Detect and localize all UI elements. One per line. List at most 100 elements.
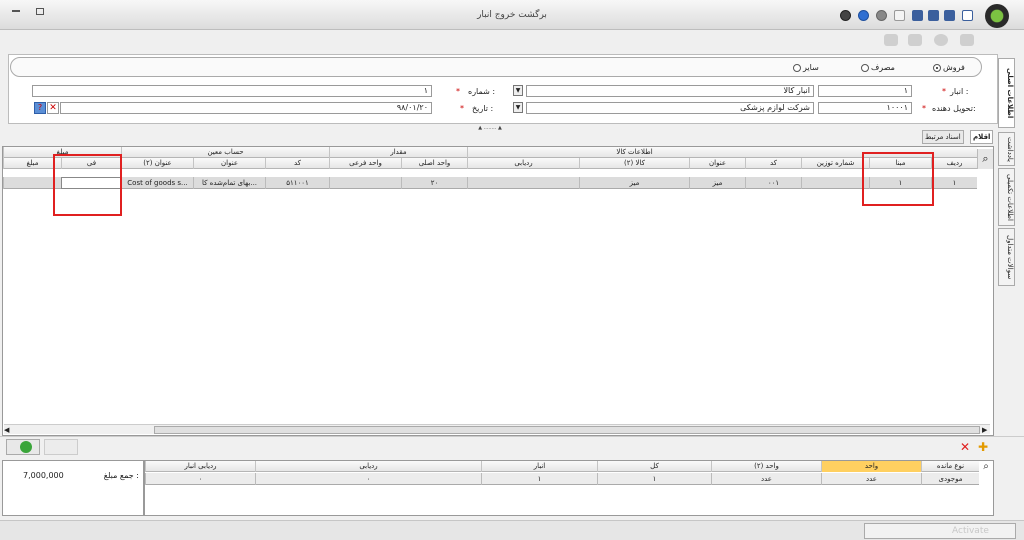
col-balance-type[interactable]: نوع مانده — [921, 461, 979, 472]
col-account-code[interactable]: کد — [265, 158, 329, 169]
date-input[interactable]: ۹۸/۰۱/۲۰ — [60, 102, 432, 114]
radio-other-label: سایر — [803, 63, 819, 72]
arrow-left-icon[interactable] — [908, 34, 922, 46]
cell-goods2[interactable]: میز — [579, 177, 689, 189]
tab-related-docs[interactable]: اسناد مرتبط — [922, 130, 964, 144]
deliverer-dropdown-icon[interactable]: ▼ — [513, 102, 523, 113]
cell-unit2[interactable]: عدد — [711, 473, 821, 485]
col-secondary-unit[interactable]: واحد فرعی — [329, 158, 401, 169]
radio-other-dot — [793, 63, 801, 72]
cell-account-code[interactable]: ۵۱۱۰۰۱ — [265, 177, 329, 189]
summary-panel: جمع مبلغ : 7,000,000 — [2, 460, 144, 516]
warehouse-required-mark: * — [942, 87, 946, 96]
date-label: تاریخ : — [472, 104, 494, 113]
delete-row-icon[interactable]: ✕ — [960, 441, 970, 453]
arrow-right-icon[interactable] — [884, 34, 898, 46]
cell-account-title[interactable]: بهای تمام‌شده کا... — [193, 177, 265, 189]
status-field — [864, 523, 1016, 539]
col-account-title[interactable]: عنوان — [193, 158, 265, 169]
grid-footer-toolbar: ✚ ✕ — [0, 436, 1024, 456]
cell-title[interactable]: میز — [689, 177, 745, 189]
grid-search-icon[interactable]: ⌕ — [977, 149, 993, 169]
radio-consumption-label: مصرف — [871, 63, 895, 72]
scroll-left-icon[interactable]: ◀ — [4, 425, 9, 435]
content-tabs: اقلام اسناد مرتبط — [922, 130, 998, 144]
radio-other[interactable]: سایر — [793, 63, 819, 72]
grid-column-header: مبلغ فی عنوان (۲) عنوان کد واحد فرعی واح… — [3, 158, 977, 169]
cell-row-number[interactable]: ۱ — [931, 177, 977, 189]
add-green-icon — [20, 441, 32, 453]
radio-sale-label: فروش — [943, 63, 965, 72]
deliverer-label: تحویل دهنده: — [932, 104, 976, 113]
col-warehouse[interactable]: انبار — [481, 461, 597, 472]
scroll-right-icon[interactable]: ▶ — [982, 425, 987, 435]
warehouse-dropdown-icon[interactable]: ▼ — [513, 85, 523, 96]
restore-icon[interactable] — [36, 8, 44, 15]
stock-row[interactable]: ۰ ۰ ۱ ۱ عدد عدد موجودی — [145, 473, 979, 485]
side-tab-strip: اطلاعات اصلی یادداشت اطلاعات تکمیلی سوال… — [998, 58, 1015, 298]
deliverer-required-mark: * — [922, 104, 926, 113]
deliverer-name-input[interactable]: شرکت لوازم پزشکی — [526, 102, 814, 114]
add-row-icon[interactable]: ✚ — [978, 441, 988, 453]
minimize-icon[interactable] — [12, 10, 20, 12]
side-tab-extra-info[interactable]: اطلاعات تکمیلی — [998, 168, 1015, 226]
col-goods2[interactable]: کالا (۲) — [579, 158, 689, 169]
col-title[interactable]: عنوان — [689, 158, 745, 169]
grid-horizontal-scrollbar[interactable]: ◀ ▶ — [4, 424, 990, 434]
cell-unit[interactable]: عدد — [821, 473, 921, 485]
radio-sale[interactable]: فروش — [933, 63, 965, 72]
col-total[interactable]: کل — [597, 461, 711, 472]
col-tracking-warehouse[interactable]: ردیابی انبار — [145, 461, 255, 472]
cell-secondary-unit[interactable] — [329, 177, 401, 189]
cell-primary-unit[interactable]: ۲۰ — [401, 177, 467, 189]
cell-weigh-number[interactable] — [801, 177, 869, 189]
cell-warehouse[interactable]: ۱ — [481, 473, 597, 485]
cell-tracking-b[interactable]: ۰ — [255, 473, 481, 485]
col-tracking-b[interactable]: ردیابی — [255, 461, 481, 472]
gear-icon[interactable] — [934, 34, 948, 46]
side-tab-notes[interactable]: یادداشت — [998, 132, 1015, 166]
cell-balance-type[interactable]: موجودی — [921, 473, 979, 485]
grid-group-header: مبلغ حساب معین مقدار اطلاعات کالا — [3, 147, 977, 158]
col-tracking[interactable]: ردیابی — [467, 158, 579, 169]
cell-tracking-warehouse[interactable]: ۰ — [145, 473, 255, 485]
title-bar: برگشت خروج انبار — [0, 0, 1024, 30]
col-account-title2[interactable]: عنوان (۲) — [121, 158, 193, 169]
group-header-quantity: مقدار — [329, 147, 467, 158]
scroll-thumb[interactable] — [154, 426, 980, 434]
items-grid: ⌕ مبلغ حساب معین مقدار اطلاعات کالا مبلغ… — [2, 146, 994, 436]
warehouse-name-input[interactable]: انبار کالا — [526, 85, 814, 97]
disabled-button — [44, 439, 78, 455]
status-bar: Activate — [0, 520, 1024, 540]
activation-watermark: Activate — [952, 526, 989, 536]
warehouse-code-input[interactable]: ۱ — [818, 85, 912, 97]
cell-account-title2[interactable]: Cost of goods s... — [121, 177, 193, 189]
col-unit2[interactable]: واحد (۲) — [711, 461, 821, 472]
stock-search-icon[interactable]: ⌕ — [979, 461, 993, 473]
cell-code[interactable]: ۰۰۱ — [745, 177, 801, 189]
radio-sale-dot — [933, 63, 941, 72]
side-tab-faq[interactable]: سوالات متداول — [998, 228, 1015, 286]
col-code[interactable]: کد — [745, 158, 801, 169]
date-clear-icon[interactable]: ✕ — [47, 102, 59, 114]
action-toolbar — [0, 30, 1024, 50]
warehouse-label: انبار : — [950, 87, 969, 96]
col-row-number[interactable]: ردیف — [931, 158, 977, 169]
col-primary-unit[interactable]: واحد اصلی — [401, 158, 467, 169]
side-tab-main-info[interactable]: اطلاعات اصلی — [998, 58, 1015, 128]
number-input[interactable]: ۱ — [32, 85, 432, 97]
window-title: برگشت خروج انبار — [477, 10, 547, 20]
col-unit[interactable]: واحد — [821, 461, 921, 472]
tab-items[interactable]: اقلام — [970, 130, 994, 144]
cell-total[interactable]: ۱ — [597, 473, 711, 485]
col-weigh-number[interactable]: شماره توزین — [801, 158, 869, 169]
radio-consumption[interactable]: مصرف — [861, 63, 895, 72]
table-row[interactable]: Cost of goods s... بهای تمام‌شده کا... ۵… — [3, 177, 977, 189]
panel-splitter[interactable]: ▲ ........ ▲ — [470, 126, 510, 131]
highlight-basis — [862, 152, 934, 206]
cell-tracking[interactable] — [467, 177, 579, 189]
attach-icon[interactable] — [960, 34, 974, 46]
group-header-goods: اطلاعات کالا — [467, 147, 801, 158]
date-calendar-icon[interactable]: ? — [34, 102, 46, 114]
deliverer-code-input[interactable]: ۱۰۰۰۱ — [818, 102, 912, 114]
